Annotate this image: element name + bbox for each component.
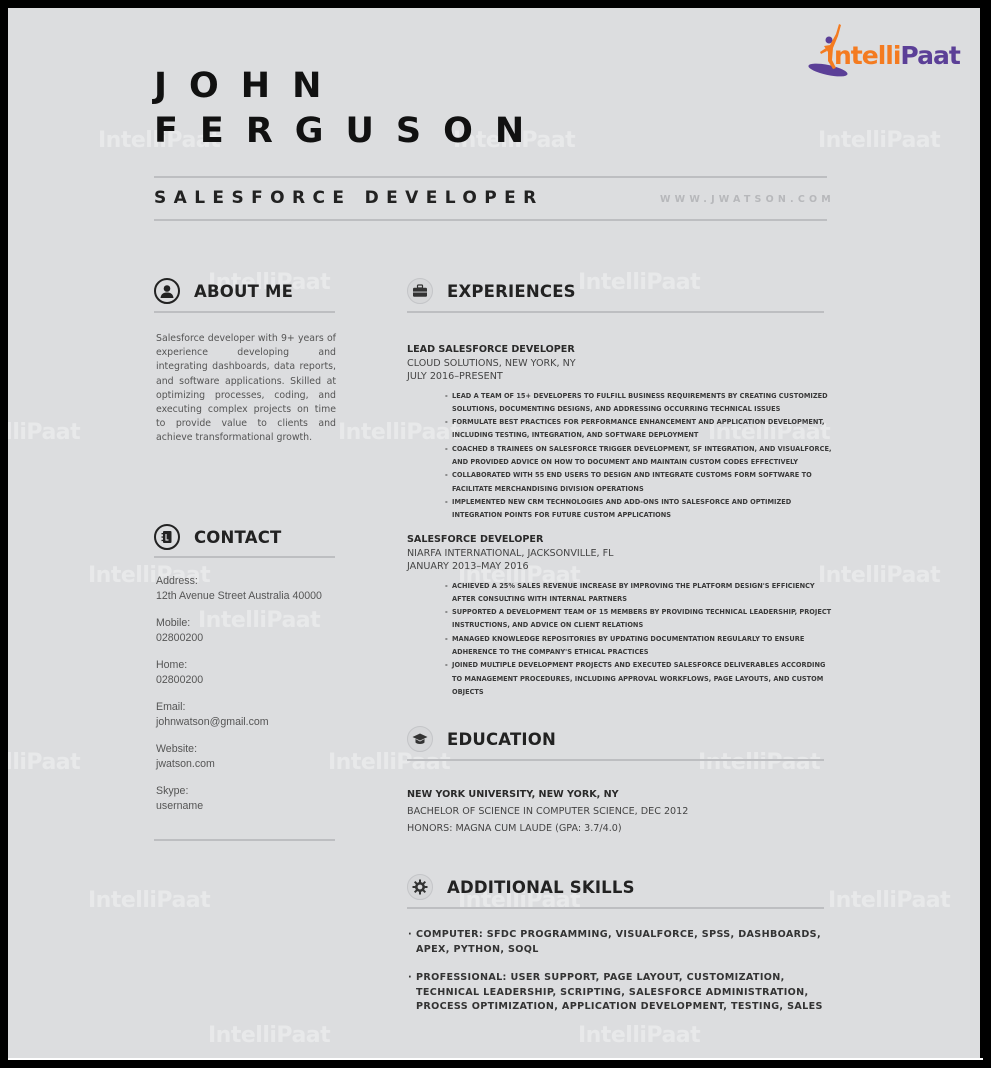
contact-section-header: CONTACT bbox=[154, 524, 281, 550]
skills-heading: ADDITIONAL SKILLS bbox=[447, 877, 635, 897]
job-bullet: COACHED 8 TRAINEES ON SALESFORCE TRIGGER… bbox=[445, 443, 837, 470]
briefcase-icon bbox=[407, 278, 433, 304]
last-name: FERGUSON bbox=[154, 111, 547, 151]
graduation-cap-icon bbox=[407, 726, 433, 752]
watermark: IntelliPaat bbox=[8, 750, 81, 775]
about-section-header: ABOUT ME bbox=[154, 278, 293, 304]
contact-website: Website: jwatson.com bbox=[156, 742, 356, 772]
contact-label: Website: bbox=[156, 743, 198, 755]
about-heading: ABOUT ME bbox=[194, 281, 294, 301]
job-bullet: MANAGED KNOWLEDGE REPOSITORIES BY UPDATI… bbox=[445, 633, 837, 660]
contact-email: Email: johnwatson@gmail.com bbox=[156, 700, 356, 730]
first-name: JOHN bbox=[154, 66, 344, 106]
job-bullet: FORMULATE BEST PRACTICES FOR PERFORMANCE… bbox=[445, 416, 837, 443]
job-entry-dates: JULY 2016–PRESENT bbox=[407, 371, 503, 382]
job-entry: SALESFORCE DEVELOPER NIARFA INTERNATIONA… bbox=[407, 533, 837, 699]
skills-section-header: ADDITIONAL SKILLS bbox=[407, 874, 635, 900]
education-section-header: EDUCATION bbox=[407, 726, 556, 752]
contact-value: 02800200 bbox=[156, 674, 204, 686]
email-link[interactable]: johnwatson@gmail.com bbox=[156, 715, 356, 730]
about-divider bbox=[154, 311, 335, 313]
education-heading: EDUCATION bbox=[447, 729, 556, 749]
about-text: Salesforce developer with 9+ years of ex… bbox=[156, 333, 336, 444]
watermark: IntelliPaat bbox=[818, 128, 941, 153]
skills-divider bbox=[407, 907, 824, 909]
job-bullet: SUPPORTED A DEVELOPMENT TEAM OF 15 MEMBE… bbox=[445, 606, 837, 633]
header-divider-bottom bbox=[154, 219, 827, 221]
watermark: IntelliPaat bbox=[578, 270, 701, 295]
job-entry-company: NIARFA INTERNATIONAL, JACKSONVILLE, FL bbox=[407, 547, 614, 559]
watermark: IntelliPaat bbox=[828, 888, 951, 913]
education-entry: NEW YORK UNIVERSITY, NEW YORK, NY BACHEL… bbox=[407, 786, 837, 837]
bottom-edge bbox=[8, 1058, 983, 1060]
gear-icon bbox=[407, 874, 433, 900]
contact-value: username bbox=[156, 800, 204, 812]
education-school: NEW YORK UNIVERSITY, NEW YORK, NY bbox=[407, 789, 619, 800]
contact-label: Email: bbox=[156, 701, 186, 713]
job-entry: LEAD SALESFORCE DEVELOPER CLOUD SOLUTION… bbox=[407, 343, 837, 522]
experience-section-header: EXPERIENCES bbox=[407, 278, 576, 304]
contact-value: 12th Avenue Street Australia 40000 bbox=[156, 590, 322, 602]
contact-label: Mobile: bbox=[156, 617, 191, 629]
job-bullet: COLLABORATED WITH 55 END USERS TO DESIGN… bbox=[445, 469, 837, 496]
experience-divider bbox=[407, 311, 824, 313]
job-bullet: ACHIEVED A 25% SALES REVENUE INCREASE BY… bbox=[445, 580, 837, 607]
contact-address: Address: 12th Avenue Street Australia 40… bbox=[156, 574, 356, 604]
job-bullet: JOINED MULTIPLE DEVELOPMENT PROJECTS AND… bbox=[445, 659, 837, 699]
contact-label: Address: bbox=[156, 575, 198, 587]
intellipaat-logo: ntelliPaat bbox=[806, 22, 971, 82]
header-divider-top bbox=[154, 176, 827, 178]
website-link[interactable]: jwatson.com bbox=[156, 757, 356, 772]
contact-bottom-divider bbox=[154, 839, 335, 841]
job-entry-title: LEAD SALESFORCE DEVELOPER bbox=[407, 344, 575, 355]
job-title: SALESFORCE DEVELOPER bbox=[154, 188, 544, 208]
job-bullet-list: ACHIEVED A 25% SALES REVENUE INCREASE BY… bbox=[407, 580, 837, 700]
watermark: IntelliPaat bbox=[698, 750, 821, 775]
job-bullet: LEAD A TEAM OF 15+ DEVELOPERS TO FULFILL… bbox=[445, 390, 837, 417]
watermark: IntelliPaat bbox=[88, 888, 211, 913]
user-circle-icon bbox=[154, 278, 180, 304]
contact-divider bbox=[154, 556, 335, 558]
job-entry-company: CLOUD SOLUTIONS, NEW YORK, NY bbox=[407, 357, 576, 369]
resume-page: IntelliPaat IntelliPaat IntelliPaat Inte… bbox=[8, 8, 980, 1058]
candidate-name: JOHN FERGUSON bbox=[154, 64, 546, 154]
watermark: IntelliPaat bbox=[8, 420, 81, 445]
job-bullet-list: LEAD A TEAM OF 15+ DEVELOPERS TO FULFILL… bbox=[407, 390, 837, 523]
contact-home: Home: 02800200 bbox=[156, 658, 356, 688]
address-book-icon bbox=[154, 524, 180, 550]
contact-skype: Skype: username bbox=[156, 784, 356, 814]
experience-heading: EXPERIENCES bbox=[447, 281, 576, 301]
education-degree: BACHELOR OF SCIENCE IN COMPUTER SCIENCE,… bbox=[407, 806, 689, 817]
skills-list: COMPUTER: SFDC PROGRAMMING, VISUALFORCE,… bbox=[408, 928, 838, 1029]
job-bullet: IMPLEMENTED NEW CRM TECHNOLOGIES AND ADD… bbox=[445, 496, 837, 523]
website-link[interactable]: WWW.JWATSON.COM bbox=[660, 194, 835, 205]
logo-text: ntelliPaat bbox=[834, 41, 961, 70]
watermark: IntelliPaat bbox=[208, 1023, 331, 1048]
job-entry-title: SALESFORCE DEVELOPER bbox=[407, 534, 544, 545]
job-entry-dates: JANUARY 2013–MAY 2016 bbox=[407, 561, 529, 572]
contact-heading: CONTACT bbox=[194, 527, 282, 547]
education-honors: HONORS: MAGNA CUM LAUDE (GPA: 3.7/4.0) bbox=[407, 823, 622, 834]
contact-label: Home: bbox=[156, 659, 188, 671]
skill-item: PROFESSIONAL: USER SUPPORT, PAGE LAYOUT,… bbox=[408, 971, 838, 1015]
contact-label: Skype: bbox=[156, 785, 189, 797]
skill-item: COMPUTER: SFDC PROGRAMMING, VISUALFORCE,… bbox=[408, 928, 838, 957]
education-divider bbox=[407, 759, 824, 761]
contact-value: 02800200 bbox=[156, 632, 204, 644]
contact-mobile: Mobile: 02800200 bbox=[156, 616, 356, 646]
contact-list: Address: 12th Avenue Street Australia 40… bbox=[156, 574, 356, 826]
